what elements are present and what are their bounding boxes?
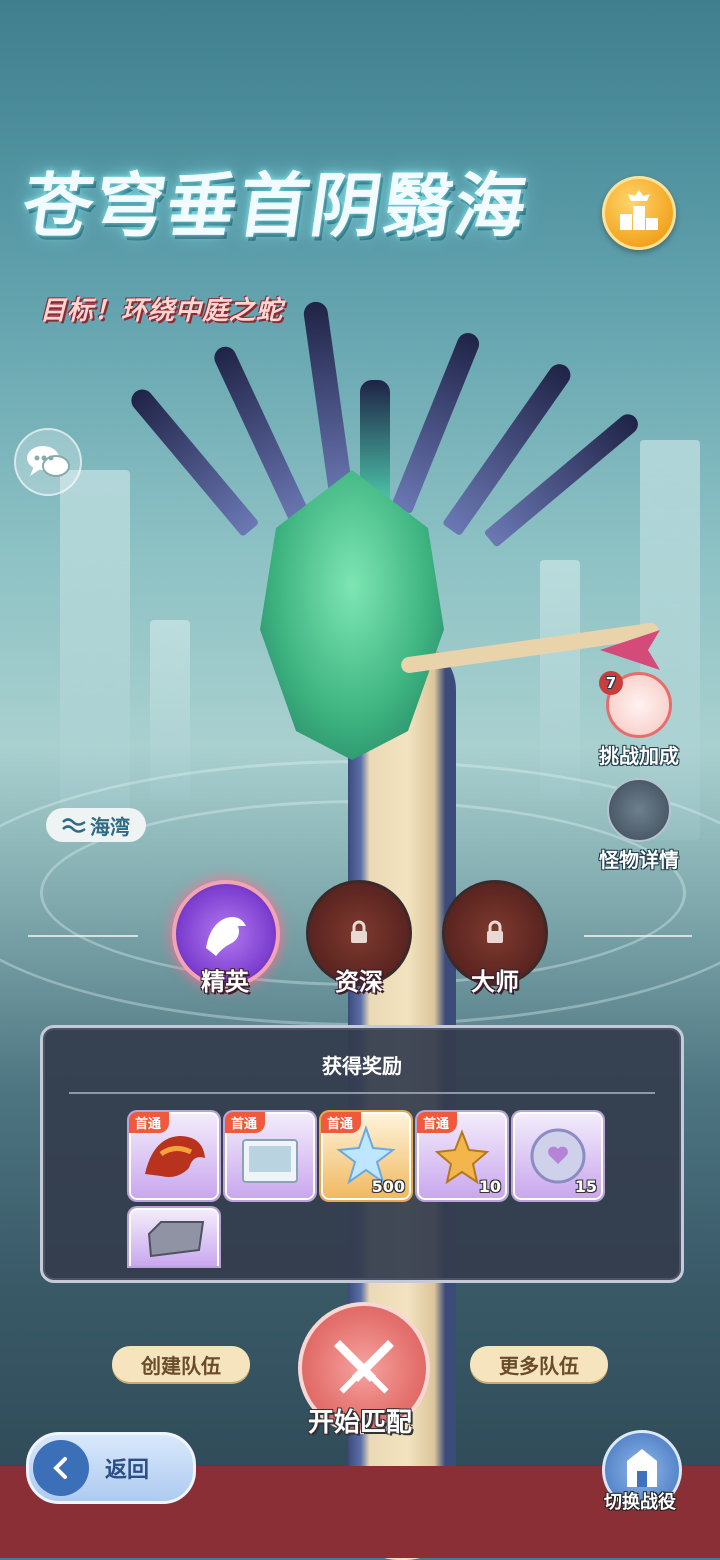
monster-details-label: 怪物详情 — [599, 848, 679, 872]
reward-item[interactable]: 首通 — [225, 1112, 315, 1200]
location-tag: 海湾 — [46, 808, 146, 842]
more-teams-button[interactable]: 更多队伍 — [470, 1346, 608, 1382]
monster-head-icon — [607, 778, 671, 842]
event-subtitle: 目标！环绕中庭之蛇 — [40, 296, 284, 326]
bonus-emblem-icon: 7 — [599, 671, 672, 738]
wave-icon — [62, 818, 86, 833]
switch-campaign-label: 切换战役 — [604, 1492, 676, 1513]
difficulty-veteran[interactable]: 资深 — [306, 880, 412, 996]
reward-item[interactable] — [129, 1208, 219, 1266]
leaderboard-button[interactable] — [602, 176, 676, 250]
divider-left — [28, 935, 138, 937]
location-label: 海湾 — [90, 814, 130, 839]
lock-icon — [351, 920, 367, 943]
chat-button[interactable] — [14, 428, 82, 496]
rewards-divider — [69, 1092, 655, 1094]
lock-icon — [487, 920, 503, 943]
first-clear-tag: 首通 — [417, 1112, 458, 1133]
crossed-swords-icon — [334, 1340, 394, 1394]
reward-item[interactable]: 15 — [513, 1112, 603, 1200]
rewards-panel: 获得奖励 首通 首通 首通 500 首通 10 15 — [40, 1025, 684, 1283]
iron-ingot-icon — [147, 1221, 205, 1258]
difficulty-veteran-label: 资深 — [335, 968, 383, 996]
challenge-bonus-label: 挑战加成 — [599, 744, 679, 768]
difficulty-elite-label: 精英 — [201, 968, 249, 996]
difficulty-master-label: 大师 — [471, 968, 519, 996]
back-label: 返回 — [105, 1458, 150, 1483]
reward-count: 15 — [574, 1177, 597, 1196]
reward-count: 10 — [478, 1177, 501, 1196]
rewards-title: 获得奖励 — [322, 1054, 402, 1078]
reward-item[interactable]: 首通 — [129, 1112, 219, 1200]
podium-icon — [620, 190, 658, 230]
first-clear-tag: 首通 — [225, 1112, 266, 1133]
first-clear-tag: 首通 — [321, 1112, 362, 1133]
event-title: 苍穹垂首阴翳海 — [17, 164, 534, 247]
monster-details-button[interactable]: 怪物详情 — [584, 778, 694, 873]
difficulty-elite[interactable]: 精英 — [172, 880, 280, 996]
chat-bubble-icon — [27, 446, 70, 477]
challenge-bonus-badge: 7 — [599, 671, 623, 695]
reward-item[interactable]: 首通 500 — [321, 1112, 411, 1200]
back-button[interactable]: 返回 — [26, 1432, 196, 1504]
challenge-bonus-button[interactable]: 7 挑战加成 — [584, 671, 694, 769]
reward-count: 500 — [371, 1177, 405, 1196]
reward-item[interactable]: 首通 10 — [417, 1112, 507, 1200]
divider-right — [584, 935, 692, 937]
first-clear-tag: 首通 — [129, 1112, 170, 1133]
back-arrow-icon — [33, 1440, 89, 1496]
difficulty-master[interactable]: 大师 — [442, 880, 548, 996]
start-match-label: 开始匹配 — [307, 1408, 412, 1438]
create-team-button[interactable]: 创建队伍 — [112, 1346, 250, 1382]
